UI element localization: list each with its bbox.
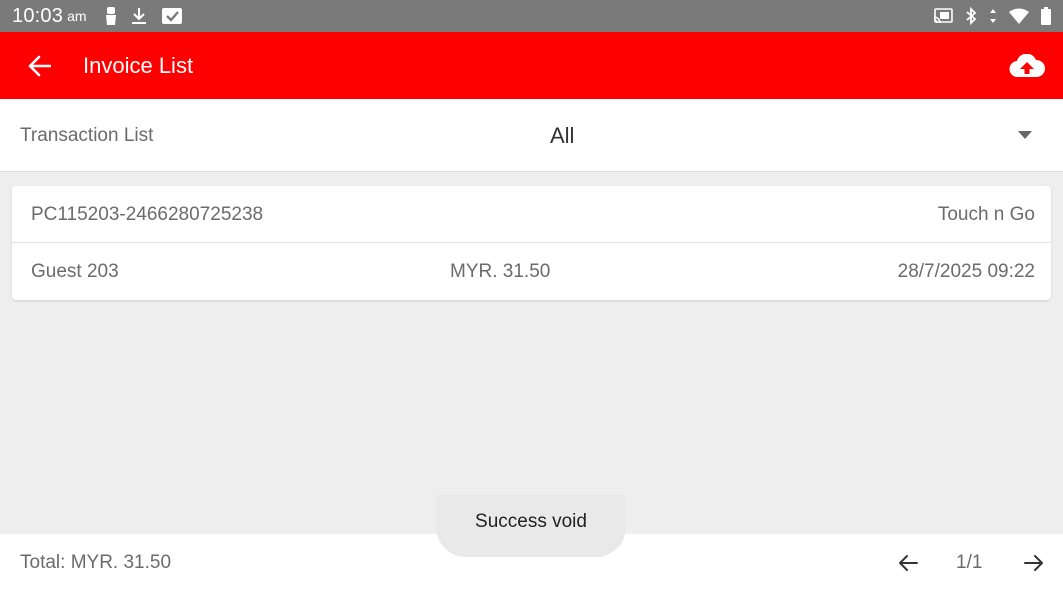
guest-name: Guest 203 bbox=[31, 261, 119, 282]
filter-label: Transaction List bbox=[20, 125, 154, 146]
previous-page-button[interactable] bbox=[895, 550, 921, 576]
arrow-right-icon bbox=[1024, 554, 1044, 572]
status-left-icons bbox=[105, 7, 183, 25]
back-button[interactable] bbox=[0, 32, 80, 99]
transaction-filter[interactable]: Transaction List All bbox=[0, 99, 1063, 172]
app-bar: Invoice List bbox=[0, 32, 1063, 99]
transaction-card[interactable]: PC115203-2466280725238 Touch n Go Guest … bbox=[12, 186, 1051, 300]
dropdown-arrow-icon[interactable] bbox=[1018, 131, 1032, 139]
next-page-button[interactable] bbox=[1021, 550, 1047, 576]
status-bar: 10:03 am bbox=[0, 0, 1063, 32]
card-row-details: Guest 203 MYR. 31.50 28/7/2025 09:22 bbox=[12, 243, 1051, 300]
wifi-icon bbox=[1009, 8, 1029, 24]
data-arrows-icon bbox=[989, 8, 997, 24]
toast-message: Success void bbox=[436, 495, 626, 557]
page-title: Invoice List bbox=[83, 52, 194, 78]
total-amount: Total: MYR. 31.50 bbox=[20, 552, 172, 573]
battery-icon bbox=[1041, 7, 1051, 25]
card-row-header: PC115203-2466280725238 Touch n Go bbox=[12, 186, 1051, 243]
cloud-upload-icon bbox=[1009, 53, 1045, 78]
arrow-left-icon bbox=[898, 554, 918, 572]
person-icon bbox=[105, 7, 117, 25]
transaction-datetime: 28/7/2025 09:22 bbox=[897, 261, 1035, 282]
status-right-icons bbox=[933, 7, 1051, 25]
cast-icon bbox=[933, 8, 953, 24]
page-indicator: 1/1 bbox=[956, 552, 983, 573]
checkbox-icon bbox=[161, 7, 183, 25]
transaction-amount: MYR. 31.50 bbox=[450, 261, 551, 282]
download-icon bbox=[131, 7, 147, 25]
filter-selected-value[interactable]: All bbox=[550, 123, 574, 149]
invoice-id: PC115203-2466280725238 bbox=[31, 204, 264, 225]
payment-method: Touch n Go bbox=[937, 204, 1035, 225]
status-ampm: am bbox=[67, 8, 87, 24]
toast-text: Success void bbox=[475, 511, 587, 532]
status-time: 10:03 bbox=[12, 4, 64, 27]
bluetooth-icon bbox=[965, 7, 977, 25]
arrow-left-icon bbox=[28, 55, 51, 77]
upload-button[interactable] bbox=[995, 32, 1059, 99]
